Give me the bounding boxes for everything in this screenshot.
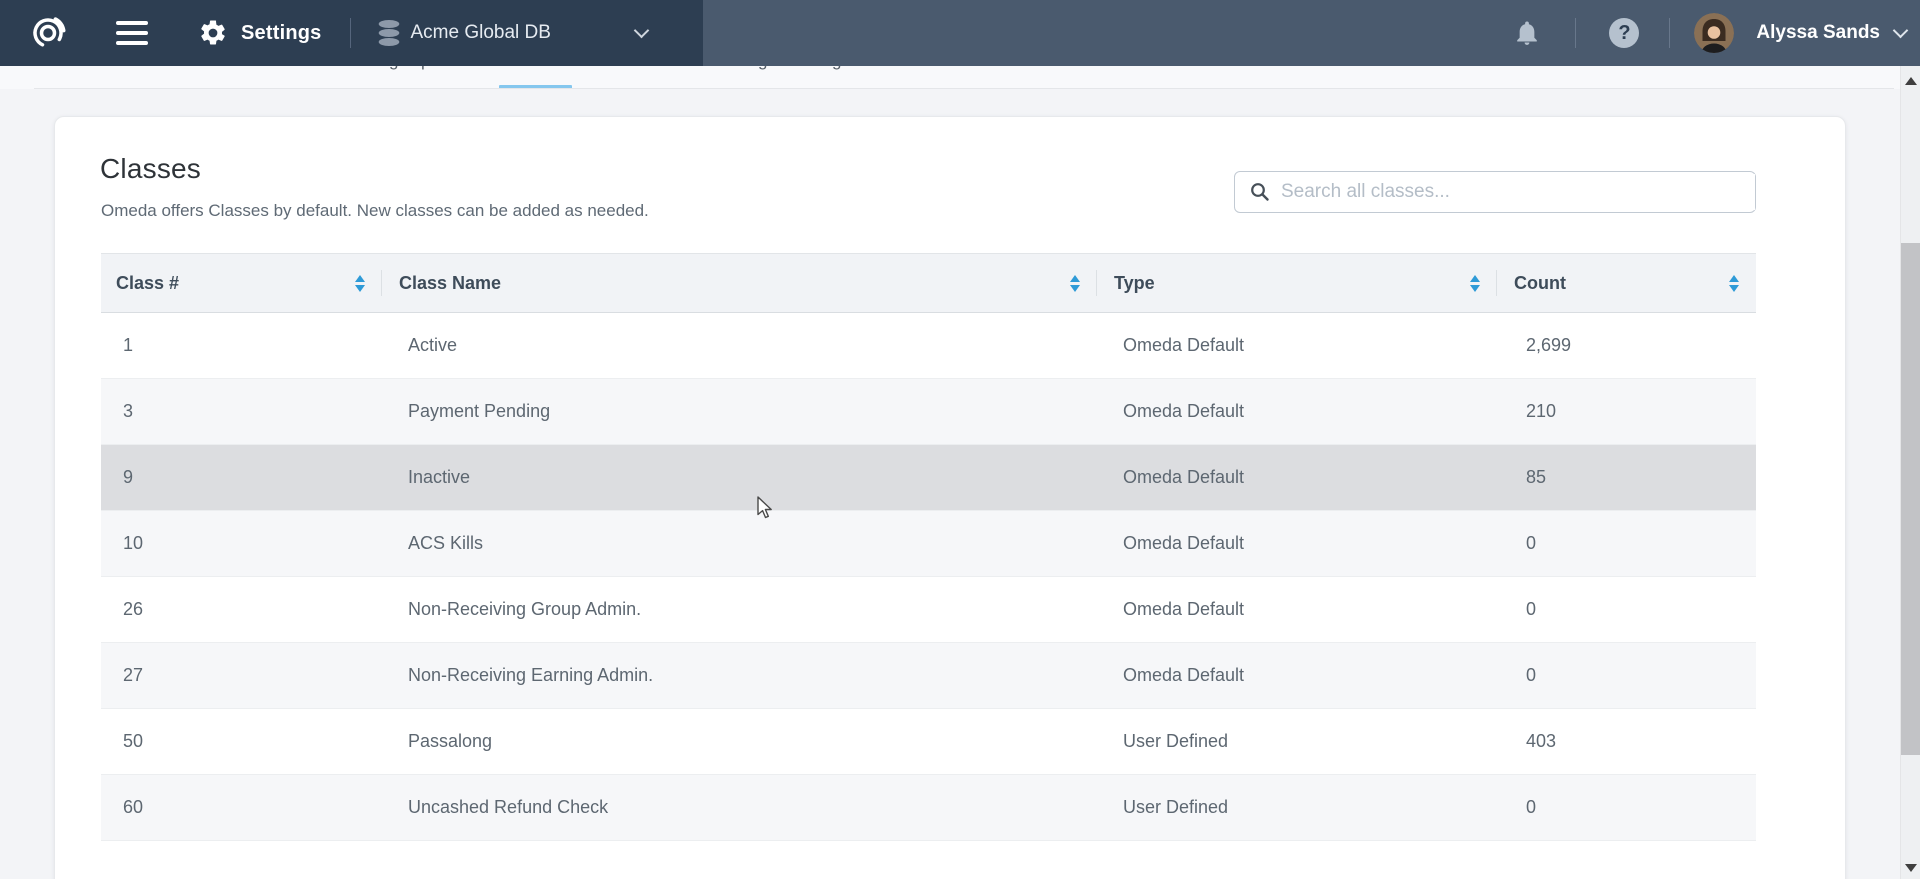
table-row[interactable]: 50 Passalong User Defined 403 — [101, 709, 1756, 775]
column-label: Class Name — [399, 273, 501, 294]
cell-type: Omeda Default — [1097, 467, 1497, 488]
cell-class-name: Active — [382, 335, 1097, 356]
hamburger-menu-icon[interactable] — [116, 21, 148, 45]
page-description: Omeda offers Classes by default. New cla… — [101, 201, 649, 221]
table-row-hovered[interactable]: 9 Inactive Omeda Default 85 — [101, 445, 1756, 511]
table-row[interactable]: 10 ACS Kills Omeda Default 0 — [101, 511, 1756, 577]
top-navbar: Settings Acme Global DB ? — [0, 0, 1920, 66]
cell-count: 210 — [1497, 401, 1756, 422]
cell-class-number: 26 — [101, 599, 382, 620]
table-row-partial[interactable] — [101, 841, 1756, 879]
cell-class-number: 27 — [101, 665, 382, 686]
cell-count: 2,699 — [1497, 335, 1756, 356]
cell-class-number: 1 — [101, 335, 382, 356]
cell-class-name: Non-Receiving Group Admin. — [382, 599, 1097, 620]
screen: g p g g Classes Omeda offers Classes by … — [0, 0, 1920, 879]
table-row[interactable]: 27 Non-Receiving Earning Admin. Omeda De… — [101, 643, 1756, 709]
cell-count: 0 — [1497, 533, 1756, 554]
column-header-class-number[interactable]: Class # — [101, 254, 382, 312]
sort-icon — [1729, 275, 1739, 292]
cell-type: User Defined — [1097, 797, 1497, 818]
cell-class-number: 60 — [101, 797, 382, 818]
vertical-scrollbar[interactable] — [1900, 66, 1920, 879]
cell-class-name: ACS Kills — [382, 533, 1097, 554]
cell-count: 0 — [1497, 599, 1756, 620]
scroll-down-arrow-icon[interactable] — [1905, 864, 1917, 872]
cell-type: Omeda Default — [1097, 533, 1497, 554]
column-header-type[interactable]: Type — [1097, 254, 1497, 312]
table-header-row: Class # Class Name Type Count — [101, 253, 1756, 313]
cell-class-name: Payment Pending — [382, 401, 1097, 422]
tab-bar: g p g g — [0, 66, 1920, 89]
cell-class-name: Inactive — [382, 467, 1097, 488]
cell-count: 85 — [1497, 467, 1756, 488]
table-row[interactable]: 60 Uncashed Refund Check User Defined 0 — [101, 775, 1756, 841]
database-icon — [378, 19, 400, 47]
sort-icon — [355, 275, 365, 292]
scrollbar-thumb[interactable] — [1901, 243, 1920, 755]
navbar-divider — [1575, 18, 1576, 48]
cell-type: Omeda Default — [1097, 599, 1497, 620]
tab-bar-divider — [34, 88, 1894, 89]
cell-class-number: 10 — [101, 533, 382, 554]
chevron-down-icon[interactable] — [1893, 22, 1909, 38]
table-body: 1 Active Omeda Default 2,699 3 Payment P… — [101, 313, 1756, 879]
classes-card: Classes Omeda offers Classes by default.… — [54, 116, 1846, 879]
classes-table: Class # Class Name Type Count — [101, 253, 1756, 879]
cell-type: User Defined — [1097, 731, 1497, 752]
column-header-class-name[interactable]: Class Name — [382, 254, 1097, 312]
notifications-bell-icon[interactable] — [1513, 19, 1541, 47]
chevron-down-icon[interactable] — [634, 22, 650, 38]
cell-type: Omeda Default — [1097, 665, 1497, 686]
navbar-left-section: Settings Acme Global DB — [0, 0, 703, 66]
clipped-tab-text: g — [389, 66, 398, 71]
page-title: Classes — [100, 153, 201, 185]
omeda-logo-icon[interactable] — [28, 13, 68, 53]
cell-class-number: 3 — [101, 401, 382, 422]
help-icon[interactable]: ? — [1609, 18, 1639, 48]
table-row[interactable]: 3 Payment Pending Omeda Default 210 — [101, 379, 1756, 445]
column-label: Count — [1514, 273, 1566, 294]
column-header-count[interactable]: Count — [1497, 254, 1756, 312]
search-icon — [1249, 181, 1271, 203]
navbar-divider — [350, 18, 351, 48]
table-row[interactable]: 1 Active Omeda Default 2,699 — [101, 313, 1756, 379]
cell-class-name: Uncashed Refund Check — [382, 797, 1097, 818]
cell-count: 0 — [1497, 665, 1756, 686]
database-selector-label[interactable]: Acme Global DB — [411, 22, 551, 44]
sort-icon — [1070, 275, 1080, 292]
clipped-tab-text: p — [421, 66, 430, 71]
sort-icon — [1470, 275, 1480, 292]
cell-class-number: 9 — [101, 467, 382, 488]
clipped-tab-text: g — [832, 66, 841, 71]
search-input[interactable] — [1281, 174, 1755, 210]
table-row[interactable]: 26 Non-Receiving Group Admin. Omeda Defa… — [101, 577, 1756, 643]
cell-count: 0 — [1497, 797, 1756, 818]
user-menu-label[interactable]: Alyssa Sands — [1756, 22, 1880, 44]
cell-type: Omeda Default — [1097, 401, 1497, 422]
column-label: Class # — [116, 273, 179, 294]
navbar-right-section: ? Alyssa Sands — [1513, 0, 1906, 66]
clipped-tab-text: g — [758, 66, 767, 71]
gear-icon[interactable] — [198, 18, 228, 48]
cell-class-name: Non-Receiving Earning Admin. — [382, 665, 1097, 686]
user-avatar[interactable] — [1694, 13, 1734, 53]
cell-class-number: 50 — [101, 731, 382, 752]
settings-nav-label[interactable]: Settings — [241, 22, 322, 45]
search-box[interactable] — [1234, 171, 1756, 213]
cell-count: 403 — [1497, 731, 1756, 752]
cell-class-name: Passalong — [382, 731, 1097, 752]
scroll-up-arrow-icon[interactable] — [1905, 77, 1917, 85]
navbar-divider — [1669, 18, 1670, 48]
cell-type: Omeda Default — [1097, 335, 1497, 356]
column-label: Type — [1114, 273, 1155, 294]
